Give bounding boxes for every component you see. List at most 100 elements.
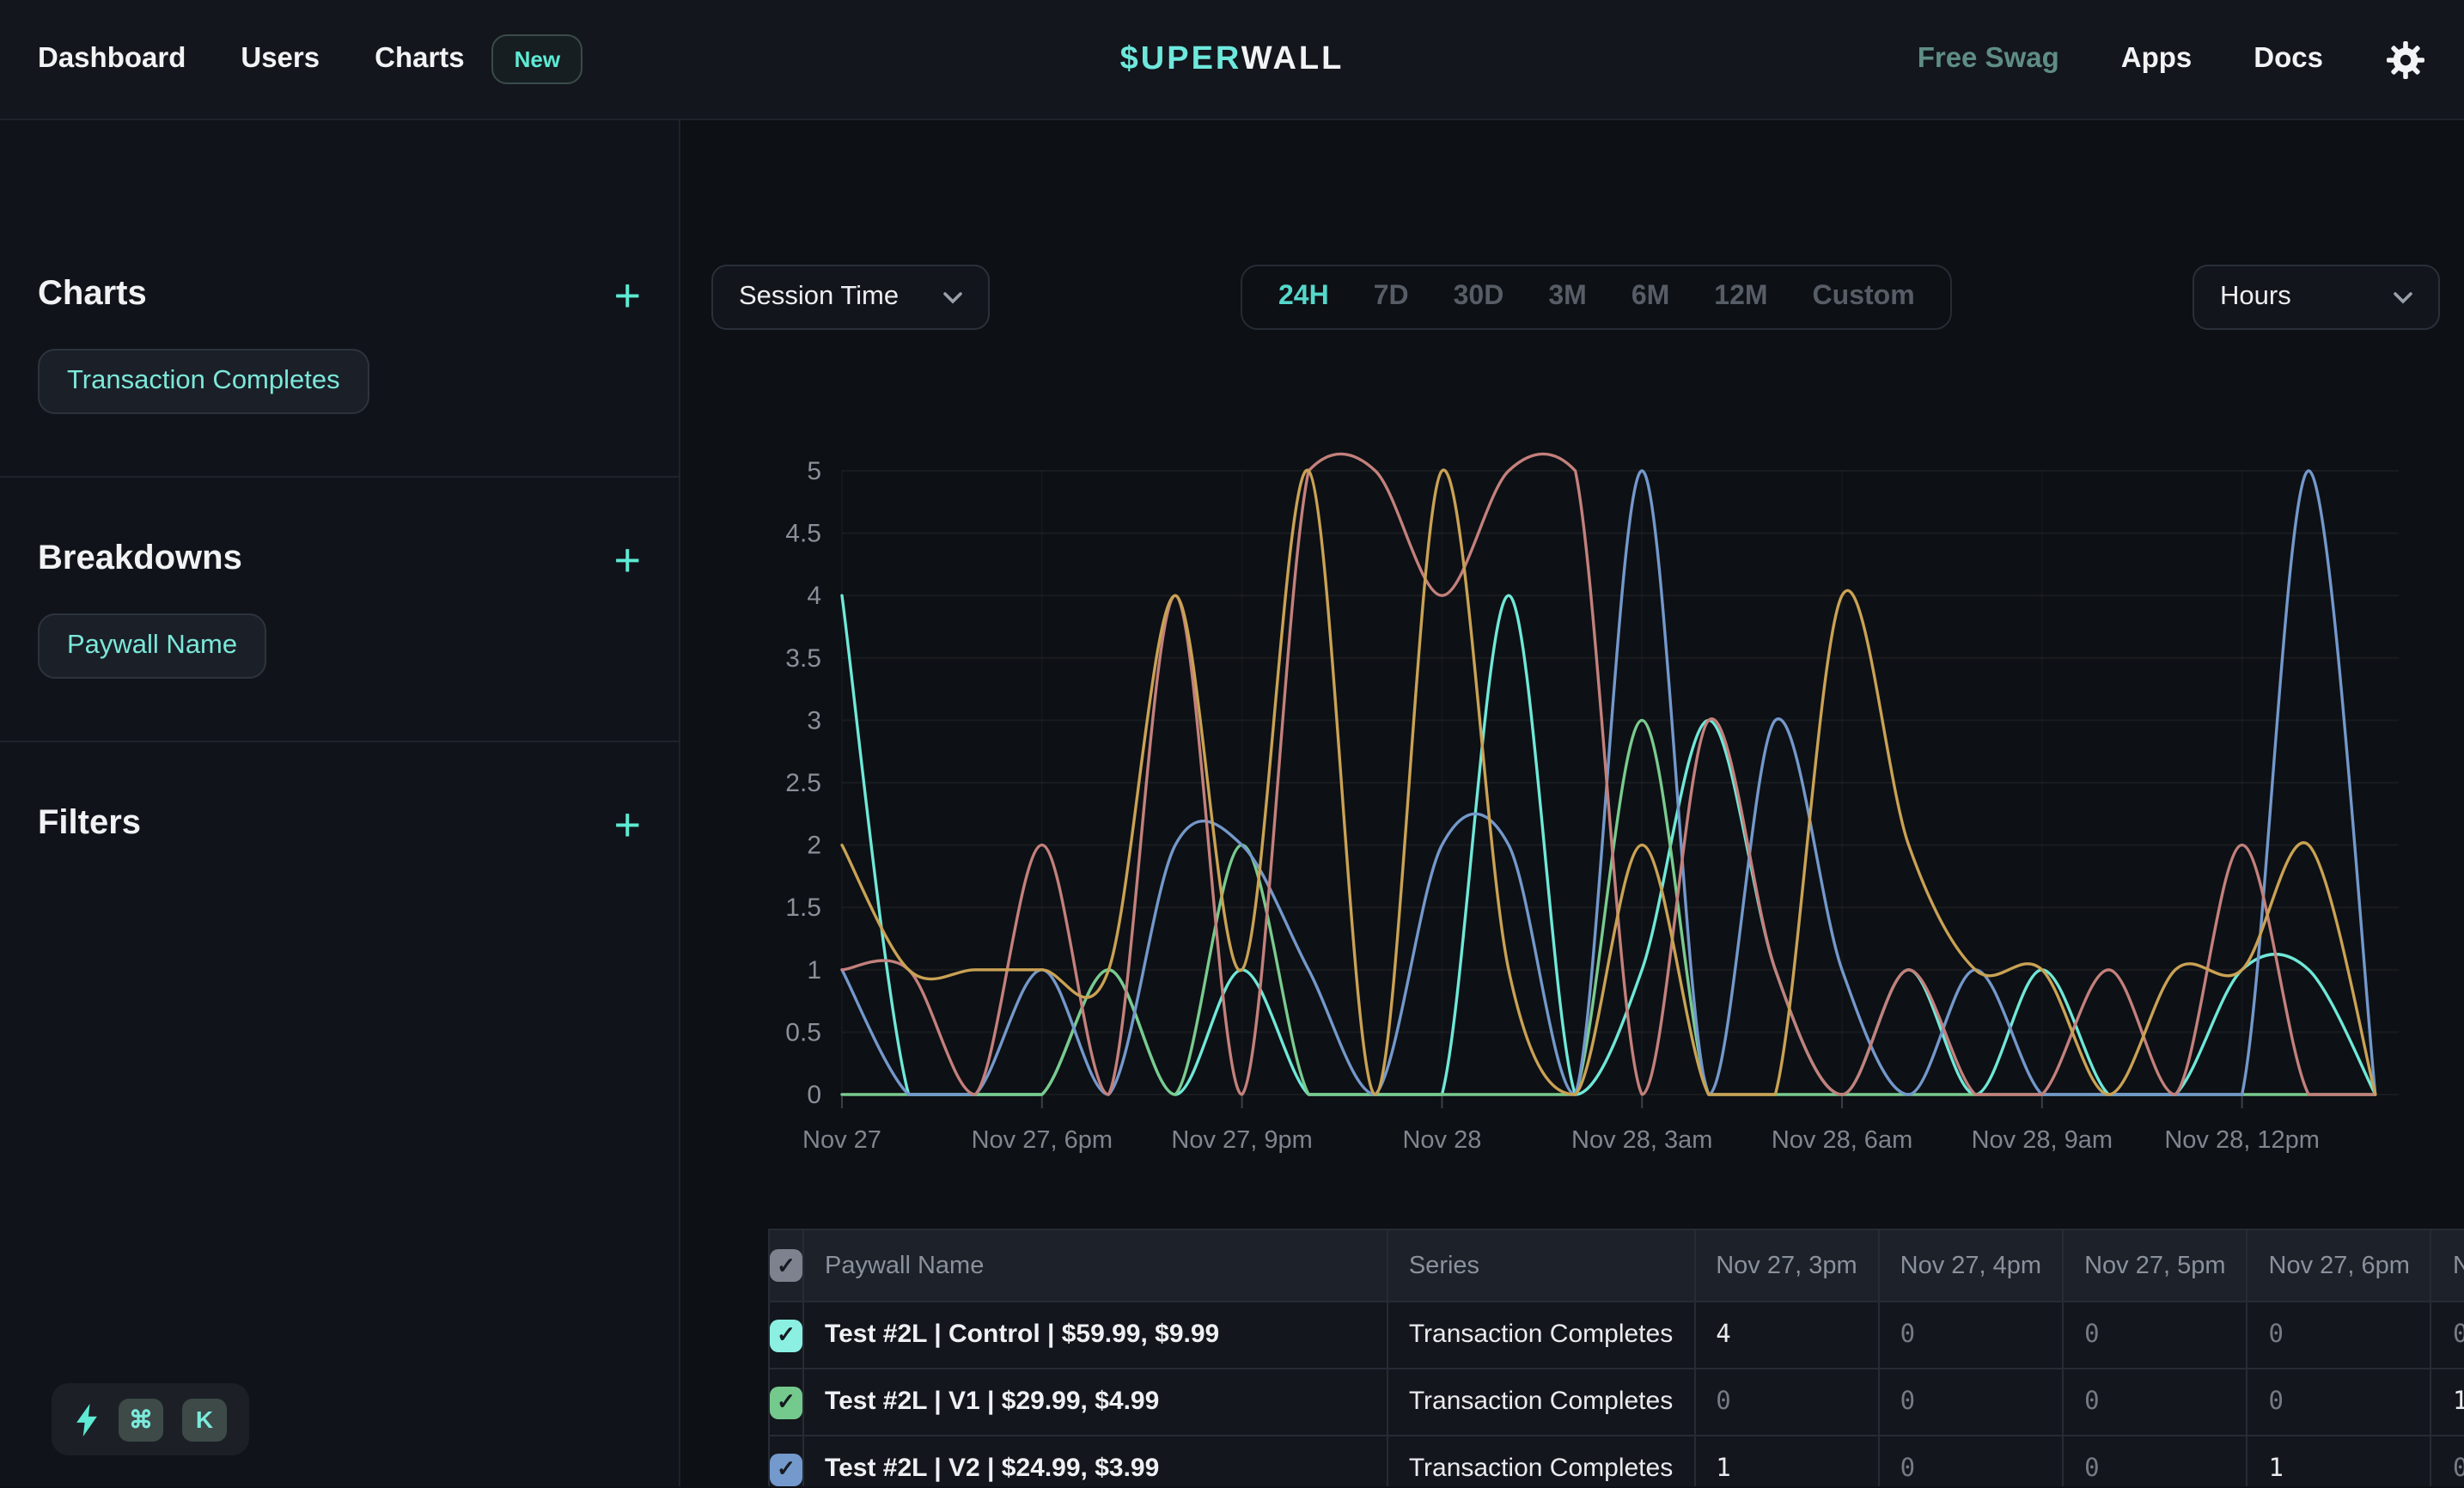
value-cell: 0 (2063, 1436, 2247, 1486)
nav-right: Free Swag Apps Docs (1918, 39, 2426, 80)
nav-item-dashboard[interactable]: Dashboard (38, 43, 186, 76)
range-6m[interactable]: 6M (1609, 282, 1692, 313)
row-checkbox[interactable]: ✓ (770, 1319, 802, 1351)
value-cell: 1 (2431, 1369, 2464, 1436)
logo-rest: WALL (1241, 40, 1345, 76)
section-title: Charts (38, 275, 147, 314)
value-cell: 0 (1694, 1369, 1878, 1436)
value-cell: 1 (1694, 1436, 1878, 1486)
paywall-name-cell: Test #2L | V2 | $24.99, $3.99 (803, 1436, 1388, 1486)
plus-icon[interactable]: + (613, 277, 641, 312)
value: 0 (2269, 1388, 2284, 1416)
nav-item-charts[interactable]: Charts (375, 43, 465, 76)
range-7d[interactable]: 7D (1351, 282, 1431, 313)
range-12m[interactable]: 12M (1692, 282, 1790, 313)
series-cell-td: Transaction Completes (1388, 1302, 1694, 1369)
main-content: Session Time 24H7D30D3M6M12MCustom Hours… (680, 120, 2464, 1486)
range-24h[interactable]: 24H (1256, 282, 1351, 313)
app: DashboardUsersChartsNew $UPERWALL Free S… (0, 0, 2464, 1488)
line-chart[interactable]: 54.543.532.521.510.50Nov 27Nov 27, 6pmNo… (746, 378, 2464, 1168)
plus-icon[interactable]: + (613, 807, 641, 841)
table-row[interactable]: ✓ Test #2L | Control | $59.99, $9.99 Trans… (769, 1302, 2464, 1369)
row-checkbox[interactable]: ✓ (770, 1453, 802, 1485)
range-30d[interactable]: 30D (1431, 282, 1527, 313)
metric-select[interactable]: Session Time (711, 265, 990, 330)
value-cell: 0 (1879, 1436, 2063, 1486)
x-axis-label: Nov 28, 3am (1571, 1126, 1712, 1154)
table-row[interactable]: ✓Test #2L | V2 | $24.99, $3.99Transactio… (769, 1436, 2464, 1486)
sidebar-section-breakdowns: Breakdowns + Paywall Name (0, 478, 679, 679)
plus-icon[interactable]: + (613, 542, 641, 576)
section-title: Filters (38, 804, 141, 844)
paywall-name: Test #2L | Control | $59.99, $9.99 (825, 1320, 1219, 1349)
value: 0 (2084, 1321, 2099, 1349)
sidebar-section-charts: Charts + Transaction Completes (0, 120, 679, 414)
value-cell: 1 (2247, 1436, 2431, 1486)
series-name: Transaction Completes (1409, 1387, 1673, 1416)
y-axis-label: 2.5 (785, 769, 821, 797)
value-cell: 0 (1879, 1302, 2063, 1369)
value: 1 (2453, 1388, 2464, 1416)
gear-icon[interactable] (2385, 39, 2426, 80)
value: 0 (2084, 1388, 2099, 1416)
section-header: Charts + (38, 275, 641, 314)
select-all-checkbox[interactable]: ✓ (770, 1249, 802, 1282)
y-axis-label: 5 (807, 457, 821, 485)
nav-item-users[interactable]: Users (241, 43, 320, 76)
section-header: Breakdowns + (38, 540, 641, 579)
column-header-nov-27-4pm: Nov 27, 4pm (1879, 1229, 2063, 1302)
paywall-name: Test #2L | V2 | $24.99, $3.99 (825, 1454, 1159, 1483)
nav-link-free-swag[interactable]: Free Swag (1918, 43, 2059, 76)
y-axis-label: 1.5 (785, 893, 821, 922)
y-axis-label: 2 (807, 832, 821, 860)
section-header: Filters + (38, 804, 641, 844)
value: 0 (2453, 1455, 2464, 1483)
value-cell: 0 (2063, 1369, 2247, 1436)
chip-paywall-name[interactable]: Paywall Name (38, 613, 266, 679)
metric-select-value: Session Time (739, 282, 899, 313)
breakdown-table: ✓Paywall NameSeriesNov 27, 3pmNov 27, 4p… (768, 1229, 2464, 1486)
x-axis-label: Nov 28, 9am (1972, 1126, 2113, 1154)
nav-link-docs[interactable]: Docs (2254, 43, 2323, 76)
x-axis-label: Nov 27, 9pm (1171, 1126, 1312, 1154)
time-range-selector: 24H7D30D3M6M12MCustom (1241, 265, 1953, 330)
column-header-paywall-name: Paywall Name (803, 1229, 1388, 1302)
range-3m[interactable]: 3M (1526, 282, 1608, 313)
k-key: K (182, 1398, 227, 1441)
x-axis-label: Nov 27, 6pm (972, 1126, 1113, 1154)
paywall-name-cell: Test #2L | Control | $59.99, $9.99 (803, 1302, 1388, 1369)
chevron-down-icon (2394, 291, 2412, 303)
section-title: Breakdowns (38, 540, 242, 579)
value: 0 (2269, 1321, 2284, 1349)
paywall-name-cell: Test #2L | V1 | $29.99, $4.99 (803, 1369, 1388, 1436)
table-row[interactable]: ✓ Test #2L | V1 | $29.99, $4.99 Transactio… (769, 1369, 2464, 1436)
value: 0 (1716, 1388, 1730, 1416)
value-cell: 0 (2247, 1302, 2431, 1369)
paywall-name: Test #2L | V1 | $29.99, $4.99 (825, 1387, 1159, 1416)
y-axis-label: 0 (807, 1081, 821, 1109)
value: 0 (1900, 1321, 1915, 1349)
range-custom[interactable]: Custom (1790, 282, 1937, 313)
command-palette-shortcut[interactable]: ⌘ K (52, 1383, 249, 1455)
value: 1 (1716, 1455, 1730, 1483)
y-axis-label: 3.5 (785, 644, 821, 673)
unit-select-value: Hours (2220, 282, 2291, 313)
column-header-series: Series (1388, 1229, 1694, 1302)
value-cell: 0 (2431, 1436, 2464, 1486)
y-axis-label: 4 (807, 582, 821, 610)
unit-select[interactable]: Hours (2193, 265, 2440, 330)
chip-transaction-completes[interactable]: Transaction Completes (38, 349, 369, 414)
value: 1 (2269, 1455, 2284, 1483)
row-checkbox[interactable]: ✓ (770, 1386, 802, 1418)
x-axis-label: Nov 28, 12pm (2164, 1126, 2320, 1154)
x-axis-label: Nov 28 (1402, 1126, 1481, 1154)
column-header-nov-27-6pm: Nov 27, 6pm (2247, 1229, 2431, 1302)
value-cell: 0 (2063, 1302, 2247, 1369)
value-cell: 0 (1879, 1369, 2063, 1436)
value-cell: 4 (1694, 1302, 1878, 1369)
cmd-key: ⌘ (119, 1398, 163, 1441)
nav-link-apps[interactable]: Apps (2121, 43, 2193, 76)
column-header-nov-27-5pm: Nov 27, 5pm (2063, 1229, 2247, 1302)
chevron-down-icon (943, 291, 962, 303)
series-cell-td: Transaction Completes (1388, 1369, 1694, 1436)
